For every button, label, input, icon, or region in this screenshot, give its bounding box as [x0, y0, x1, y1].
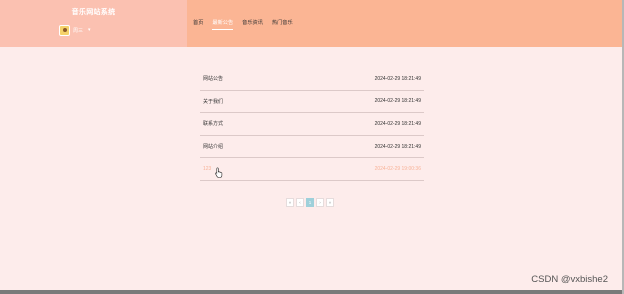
chevron-down-icon[interactable]: ▾ [88, 27, 91, 33]
pagination: « ‹ 1 › » [286, 198, 334, 207]
site-title: 音乐网站系统 [71, 9, 116, 16]
bottom-border [0, 290, 624, 294]
list-item[interactable]: 网站介绍 2024-02-29 18:21:49 [200, 136, 424, 159]
nav-item-notices[interactable]: 最新公告 [212, 19, 233, 30]
main-nav: 首页 最新公告 音乐资讯 热门音乐 [193, 19, 293, 30]
page-1-button[interactable]: 1 [306, 198, 314, 207]
notice-list: 网站公告 2024-02-29 18:21:49 关于我们 2024-02-29… [200, 68, 424, 181]
list-item-title[interactable]: 123 [203, 166, 211, 172]
list-item[interactable]: 关于我们 2024-02-29 18:21:49 [200, 91, 424, 114]
nav-item-home[interactable]: 首页 [193, 19, 203, 29]
first-page-button[interactable]: « [286, 198, 294, 207]
list-item-date: 2024-02-29 19:00:36 [374, 166, 421, 173]
nav-item-hot-music[interactable]: 热门音乐 [272, 19, 293, 29]
next-page-button[interactable]: › [316, 198, 324, 207]
hand-cursor-icon [215, 167, 223, 178]
prev-page-button[interactable]: ‹ [296, 198, 304, 207]
list-item-date: 2024-02-29 18:21:49 [374, 75, 421, 82]
list-item-title[interactable]: 联系方式 [203, 120, 223, 127]
list-item-date: 2024-02-29 18:21:49 [374, 98, 421, 105]
list-item[interactable]: 123 2024-02-29 19:00:36 [200, 158, 424, 181]
list-item-title[interactable]: 网站公告 [203, 75, 223, 82]
last-page-button[interactable]: » [326, 198, 334, 207]
list-item-date: 2024-02-29 18:21:49 [374, 120, 421, 127]
watermark: CSDN @vxbishe2 [531, 274, 608, 285]
nav-item-news[interactable]: 音乐资讯 [242, 19, 263, 29]
list-item-title[interactable]: 网站介绍 [203, 143, 223, 150]
list-item[interactable]: 联系方式 2024-02-29 18:21:49 [200, 113, 424, 136]
list-item[interactable]: 网站公告 2024-02-29 18:21:49 [200, 68, 424, 91]
list-item-title[interactable]: 关于我们 [203, 98, 223, 105]
avatar[interactable] [59, 24, 70, 36]
list-item-date: 2024-02-29 18:21:49 [374, 143, 421, 150]
brand-panel: 音乐网站系统 周三 ▾ [0, 0, 187, 47]
user-name[interactable]: 周三 [73, 27, 83, 34]
user-menu[interactable]: 周三 ▾ [59, 24, 91, 36]
